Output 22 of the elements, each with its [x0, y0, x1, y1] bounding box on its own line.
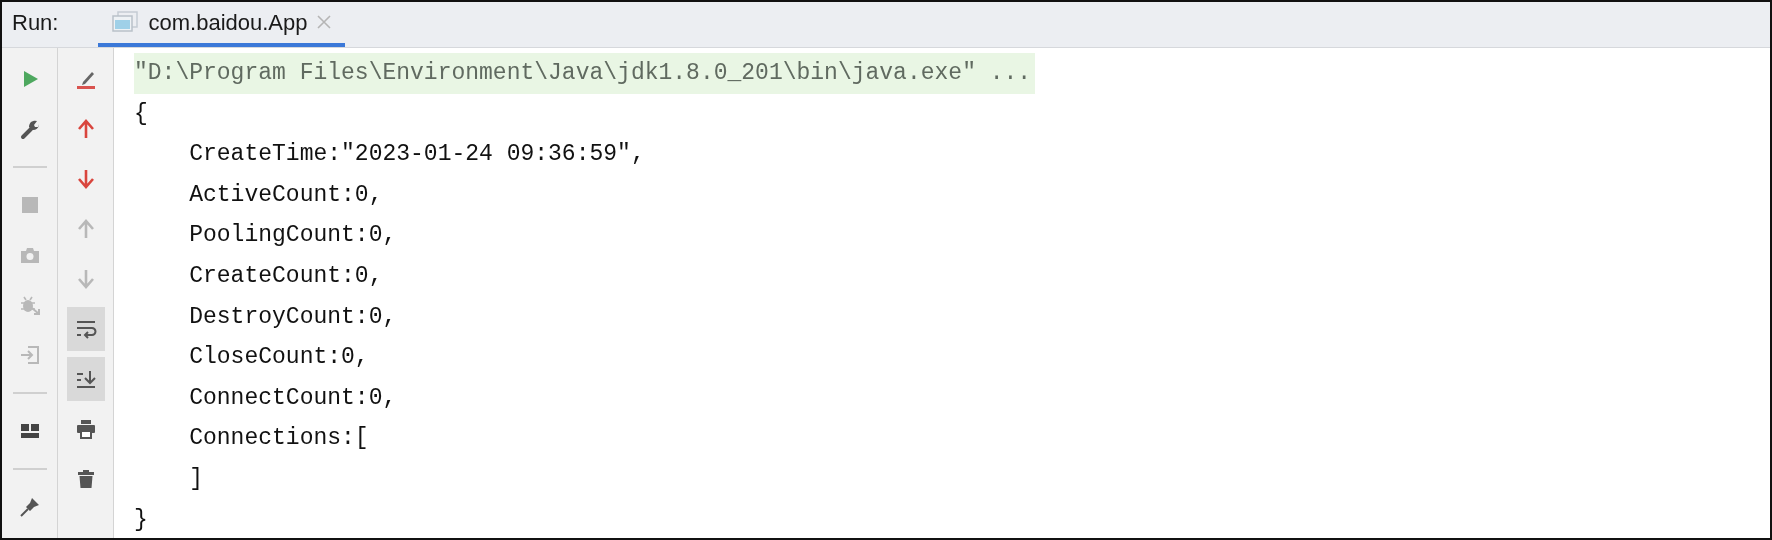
wrench-icon	[18, 118, 41, 140]
output-line: PoolingCount:0,	[188, 221, 398, 251]
scroll-to-end-icon	[74, 368, 97, 390]
toolbar-button[interactable]	[66, 307, 105, 351]
enter-icon	[18, 344, 41, 366]
output-line: ActiveCount:0,	[188, 180, 384, 210]
output-line: CreateTime:"2023-01-24 09:36:59",	[188, 140, 646, 170]
output-line: ]	[188, 464, 204, 494]
output-line: ConnectCount:0,	[188, 383, 398, 413]
output-line: }	[134, 505, 149, 535]
run-label: Run:	[12, 9, 59, 37]
output-line: DestroyCount:0,	[188, 302, 398, 332]
window-icon	[112, 11, 139, 33]
toolbar-button[interactable]	[66, 357, 105, 401]
bug-icon	[18, 294, 41, 316]
output-line: CreateCount:0,	[188, 261, 384, 291]
output-line: Connections:[	[188, 424, 370, 454]
printer-icon	[74, 418, 97, 440]
pin-icon	[18, 496, 41, 518]
soft-wrap-icon	[74, 318, 97, 340]
output-line: {	[134, 99, 149, 129]
output-line: CloseCount:0,	[188, 343, 370, 373]
